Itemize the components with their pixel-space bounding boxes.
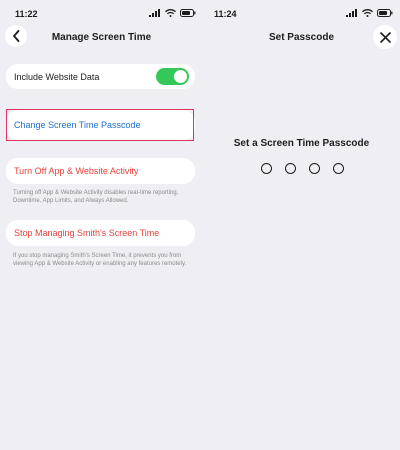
battery-icon [180, 9, 196, 17]
turn-off-activity-row[interactable]: Turn Off App & Website Activity [6, 158, 195, 184]
wifi-icon [362, 9, 373, 17]
turn-off-activity-note: Turning off App & Website Activity disab… [13, 190, 179, 204]
passcode-dots [261, 163, 344, 174]
stop-managing-link[interactable]: Stop Managing Smith's Screen Time [14, 228, 159, 238]
status-time: 11:22 [15, 9, 38, 19]
toggle-knob [174, 70, 187, 83]
passcode-dot [261, 163, 272, 174]
include-website-data-row: Include Website Data [6, 64, 195, 89]
stop-managing-note: If you stop managing Smith's Screen Time… [13, 253, 187, 267]
status-time: 11:24 [214, 9, 237, 19]
status-icons [346, 9, 393, 17]
highlight-box [6, 109, 194, 141]
passcode-dot [285, 163, 296, 174]
close-icon [379, 31, 391, 43]
close-button[interactable] [373, 25, 397, 49]
passcode-dot [333, 163, 344, 174]
wifi-icon [165, 9, 176, 17]
signal-icon [149, 9, 160, 17]
status-icons [149, 9, 196, 17]
stop-managing-row[interactable]: Stop Managing Smith's Screen Time [6, 220, 195, 246]
battery-icon [377, 9, 393, 17]
nav-title: Manage Screen Time [51, 32, 152, 43]
passcode-dot [309, 163, 320, 174]
nav-title: Set Passcode [268, 32, 335, 43]
set-passcode-screen: 11:24 Set Passcode Set a Screen Time Pas… [203, 0, 400, 450]
passcode-prompt: Set a Screen Time Passcode [233, 138, 370, 149]
turn-off-activity-link[interactable]: Turn Off App & Website Activity [14, 166, 138, 176]
include-website-data-toggle[interactable] [156, 68, 189, 85]
manage-screen-time-screen: 11:22 Manage Screen Time Include Website… [0, 0, 203, 450]
signal-icon [346, 9, 357, 17]
include-website-data-label: Include Website Data [14, 71, 100, 82]
